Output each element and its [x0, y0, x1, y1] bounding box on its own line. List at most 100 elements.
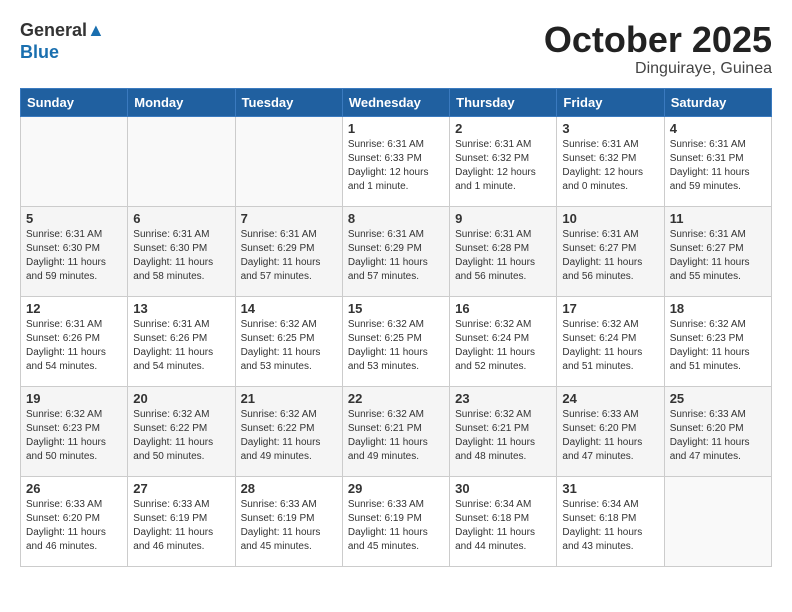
calendar-cell: 10 Sunrise: 6:31 AM Sunset: 6:27 PM Dayli… [557, 206, 664, 296]
calendar-cell: 27 Sunrise: 6:33 AM Sunset: 6:19 PM Dayli… [128, 476, 235, 566]
day-number: 2 [455, 121, 551, 136]
day-number: 20 [133, 391, 229, 406]
calendar-cell: 4 Sunrise: 6:31 AM Sunset: 6:31 PM Daylig… [664, 116, 771, 206]
calendar-cell: 20 Sunrise: 6:32 AM Sunset: 6:22 PM Dayli… [128, 386, 235, 476]
logo: General▲ Blue [20, 20, 105, 63]
day-number: 1 [348, 121, 444, 136]
weekday-header-saturday: Saturday [664, 88, 771, 116]
month-title: October 2025 [544, 20, 772, 60]
weekday-header-tuesday: Tuesday [235, 88, 342, 116]
calendar-cell: 25 Sunrise: 6:33 AM Sunset: 6:20 PM Dayli… [664, 386, 771, 476]
day-content: Sunrise: 6:31 AM Sunset: 6:28 PM Dayligh… [455, 228, 551, 284]
day-content: Sunrise: 6:32 AM Sunset: 6:21 PM Dayligh… [455, 408, 551, 464]
calendar-cell: 5 Sunrise: 6:31 AM Sunset: 6:30 PM Daylig… [21, 206, 128, 296]
calendar-cell [21, 116, 128, 206]
day-number: 15 [348, 301, 444, 316]
calendar-cell: 8 Sunrise: 6:31 AM Sunset: 6:29 PM Daylig… [342, 206, 449, 296]
calendar-cell: 21Sunrise: 6:32 AM Sunset: 6:22 PM Dayli… [235, 386, 342, 476]
logo-general: General [20, 20, 87, 40]
weekday-header-sunday: Sunday [21, 88, 128, 116]
calendar-cell: 12 Sunrise: 6:31 AM Sunset: 6:26 PM Dayli… [21, 296, 128, 386]
day-number: 10 [562, 211, 658, 226]
day-content: Sunrise: 6:33 AM Sunset: 6:19 PM Dayligh… [348, 498, 444, 554]
day-content: Sunrise: 6:32 AM Sunset: 6:23 PM Dayligh… [26, 408, 122, 464]
day-content: Sunrise: 6:31 AM Sunset: 6:29 PM Dayligh… [241, 228, 337, 284]
day-content: Sunrise: 6:31 AM Sunset: 6:27 PM Dayligh… [670, 228, 766, 284]
day-content: Sunrise: 6:32 AM Sunset: 6:21 PM Dayligh… [348, 408, 444, 464]
day-number: 5 [26, 211, 122, 226]
weekday-header-monday: Monday [128, 88, 235, 116]
calendar-cell: 29 Sunrise: 6:33 AM Sunset: 6:19 PM Dayli… [342, 476, 449, 566]
day-number: 18 [670, 301, 766, 316]
calendar-week-2: 5 Sunrise: 6:31 AM Sunset: 6:30 PM Daylig… [21, 206, 772, 296]
day-number: 7 [241, 211, 337, 226]
day-content: Sunrise: 6:31 AM Sunset: 6:31 PM Dayligh… [670, 138, 766, 194]
day-content: Sunrise: 6:32 AM Sunset: 6:23 PM Dayligh… [670, 318, 766, 374]
calendar-cell: 7 Sunrise: 6:31 AM Sunset: 6:29 PM Daylig… [235, 206, 342, 296]
day-number: 3 [562, 121, 658, 136]
day-content: Sunrise: 6:31 AM Sunset: 6:27 PM Dayligh… [562, 228, 658, 284]
calendar-cell: 17Sunrise: 6:32 AM Sunset: 6:24 PM Dayli… [557, 296, 664, 386]
calendar-week-4: 19Sunrise: 6:32 AM Sunset: 6:23 PM Dayli… [21, 386, 772, 476]
day-content: Sunrise: 6:32 AM Sunset: 6:25 PM Dayligh… [348, 318, 444, 374]
day-content: Sunrise: 6:33 AM Sunset: 6:19 PM Dayligh… [133, 498, 229, 554]
weekday-header-friday: Friday [557, 88, 664, 116]
day-number: 16 [455, 301, 551, 316]
day-number: 11 [670, 211, 766, 226]
calendar-cell: 22Sunrise: 6:32 AM Sunset: 6:21 PM Dayli… [342, 386, 449, 476]
calendar-cell: 14Sunrise: 6:32 AM Sunset: 6:25 PM Dayli… [235, 296, 342, 386]
calendar-cell [235, 116, 342, 206]
calendar-cell: 2 Sunrise: 6:31 AM Sunset: 6:32 PM Daylig… [450, 116, 557, 206]
day-number: 31 [562, 481, 658, 496]
calendar-cell: 31 Sunrise: 6:34 AM Sunset: 6:18 PM Dayli… [557, 476, 664, 566]
day-number: 26 [26, 481, 122, 496]
calendar-cell: 15 Sunrise: 6:32 AM Sunset: 6:25 PM Dayli… [342, 296, 449, 386]
day-number: 6 [133, 211, 229, 226]
calendar-week-3: 12 Sunrise: 6:31 AM Sunset: 6:26 PM Dayli… [21, 296, 772, 386]
day-content: Sunrise: 6:32 AM Sunset: 6:24 PM Dayligh… [455, 318, 551, 374]
day-number: 9 [455, 211, 551, 226]
calendar-cell: 16 Sunrise: 6:32 AM Sunset: 6:24 PM Dayli… [450, 296, 557, 386]
calendar-cell: 19Sunrise: 6:32 AM Sunset: 6:23 PM Dayli… [21, 386, 128, 476]
day-content: Sunrise: 6:32 AM Sunset: 6:24 PM Dayligh… [562, 318, 658, 374]
calendar-cell: 11 Sunrise: 6:31 AM Sunset: 6:27 PM Dayli… [664, 206, 771, 296]
day-number: 28 [241, 481, 337, 496]
day-content: Sunrise: 6:31 AM Sunset: 6:29 PM Dayligh… [348, 228, 444, 284]
calendar-cell: 13Sunrise: 6:31 AM Sunset: 6:26 PM Dayli… [128, 296, 235, 386]
day-content: Sunrise: 6:33 AM Sunset: 6:19 PM Dayligh… [241, 498, 337, 554]
day-content: Sunrise: 6:33 AM Sunset: 6:20 PM Dayligh… [26, 498, 122, 554]
calendar-cell: 23 Sunrise: 6:32 AM Sunset: 6:21 PM Dayli… [450, 386, 557, 476]
day-content: Sunrise: 6:31 AM Sunset: 6:26 PM Dayligh… [133, 318, 229, 374]
day-number: 12 [26, 301, 122, 316]
day-content: Sunrise: 6:34 AM Sunset: 6:18 PM Dayligh… [455, 498, 551, 554]
day-number: 23 [455, 391, 551, 406]
location-title: Dinguiraye, Guinea [544, 60, 772, 78]
day-number: 25 [670, 391, 766, 406]
day-content: Sunrise: 6:32 AM Sunset: 6:25 PM Dayligh… [241, 318, 337, 374]
calendar-cell: 26 Sunrise: 6:33 AM Sunset: 6:20 PM Dayli… [21, 476, 128, 566]
calendar-week-5: 26 Sunrise: 6:33 AM Sunset: 6:20 PM Dayli… [21, 476, 772, 566]
day-content: Sunrise: 6:33 AM Sunset: 6:20 PM Dayligh… [670, 408, 766, 464]
calendar-week-1: 1Sunrise: 6:31 AM Sunset: 6:33 PM Daylig… [21, 116, 772, 206]
day-content: Sunrise: 6:34 AM Sunset: 6:18 PM Dayligh… [562, 498, 658, 554]
calendar-cell: 18 Sunrise: 6:32 AM Sunset: 6:23 PM Dayli… [664, 296, 771, 386]
calendar-cell: 3Sunrise: 6:31 AM Sunset: 6:32 PM Daylig… [557, 116, 664, 206]
calendar-cell: 28 Sunrise: 6:33 AM Sunset: 6:19 PM Dayli… [235, 476, 342, 566]
calendar-table: SundayMondayTuesdayWednesdayThursdayFrid… [20, 88, 772, 567]
calendar-cell [128, 116, 235, 206]
day-content: Sunrise: 6:32 AM Sunset: 6:22 PM Dayligh… [133, 408, 229, 464]
logo-blue: Blue [20, 42, 59, 62]
weekday-header-row: SundayMondayTuesdayWednesdayThursdayFrid… [21, 88, 772, 116]
day-number: 8 [348, 211, 444, 226]
day-number: 21 [241, 391, 337, 406]
day-number: 29 [348, 481, 444, 496]
day-content: Sunrise: 6:31 AM Sunset: 6:32 PM Dayligh… [455, 138, 551, 194]
day-number: 4 [670, 121, 766, 136]
day-content: Sunrise: 6:31 AM Sunset: 6:26 PM Dayligh… [26, 318, 122, 374]
day-number: 27 [133, 481, 229, 496]
day-content: Sunrise: 6:31 AM Sunset: 6:30 PM Dayligh… [133, 228, 229, 284]
calendar-cell: 6 Sunrise: 6:31 AM Sunset: 6:30 PM Daylig… [128, 206, 235, 296]
day-content: Sunrise: 6:31 AM Sunset: 6:30 PM Dayligh… [26, 228, 122, 284]
calendar-cell: 9 Sunrise: 6:31 AM Sunset: 6:28 PM Daylig… [450, 206, 557, 296]
page-header: General▲ Blue October 2025 Dinguiraye, G… [20, 20, 772, 78]
